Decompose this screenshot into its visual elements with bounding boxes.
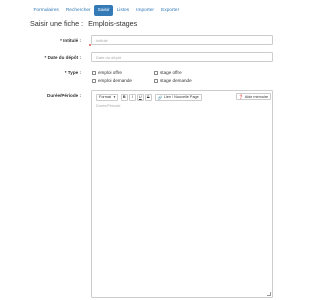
page-title: Saisir une fiche : Emplois-stages [30,19,137,28]
tab-importer[interactable]: Importer [133,5,158,16]
intitule-placeholder: Intitulé [96,38,108,43]
question-circle-icon: ❓ [238,95,244,99]
resize-handle[interactable] [267,292,271,296]
tab-saisir[interactable]: Saisir [94,5,114,16]
tab-formulaires[interactable]: Formulaires [30,5,62,16]
checkbox-label: emploi offre [98,70,122,75]
date-depot-input[interactable]: Date du dépôt [91,52,273,62]
type-option-emploi-offre[interactable]: emploi offre [92,70,122,75]
format-label: Format [99,95,112,99]
type-label: * Type : [64,70,81,75]
checkbox[interactable] [92,78,96,83]
date-depot-label: * Date du dépôt : [44,55,82,60]
type-option-stage-demande[interactable]: stage demande [154,78,192,83]
strikethrough-button[interactable]: S [145,93,152,101]
checkbox[interactable] [154,70,158,75]
checkbox-label: stage offre [160,70,182,75]
checkbox-label: emploi demande [98,78,132,83]
duree-periode-editor[interactable]: Format ▼ B I U S 🔗 Lien / Nouvelle Page … [91,90,273,298]
type-option-stage-offre[interactable]: stage offre [154,70,182,75]
help-button[interactable]: ❓ Aide mémoire [235,93,272,100]
intitule-input[interactable]: Intitulé [91,35,273,45]
underline-button[interactable]: U [137,93,144,101]
tab-rechercher[interactable]: Rechercher [62,5,94,16]
type-option-emploi-demande[interactable]: emploi demande [92,78,132,83]
tab-listes[interactable]: Listes [113,5,133,16]
help-button-label: Aide mémoire [244,94,269,99]
checkbox-label: stage demande [160,78,192,83]
checkbox[interactable] [154,78,158,83]
italic-button[interactable]: I [129,93,136,101]
checkbox[interactable] [92,70,96,75]
main-nav: Formulaires Rechercher Saisir Listes Imp… [30,5,183,16]
link-icon: 🔗 [157,95,163,100]
link-button[interactable]: 🔗 Lien / Nouvelle Page [154,93,202,101]
required-marker [89,44,91,46]
format-dropdown[interactable]: Format ▼ [96,93,118,101]
page-title-form-name: Emplois-stages [88,19,138,28]
tab-exporter[interactable]: Exporter [158,5,183,16]
page-title-lead: Saisir une fiche : [30,19,84,28]
link-button-label: Lien / Nouvelle Page [163,95,199,99]
duree-periode-label: Durée/Période : [47,93,81,98]
duree-periode-placeholder: Durée/Période [96,104,121,108]
caret-down-icon: ▼ [113,95,117,99]
intitule-label: * Intitulé : [60,38,81,43]
editor-toolbar: Format ▼ B I U S 🔗 Lien / Nouvelle Page … [96,93,272,101]
date-depot-placeholder: Date du dépôt [96,55,122,60]
bold-button[interactable]: B [121,93,128,101]
